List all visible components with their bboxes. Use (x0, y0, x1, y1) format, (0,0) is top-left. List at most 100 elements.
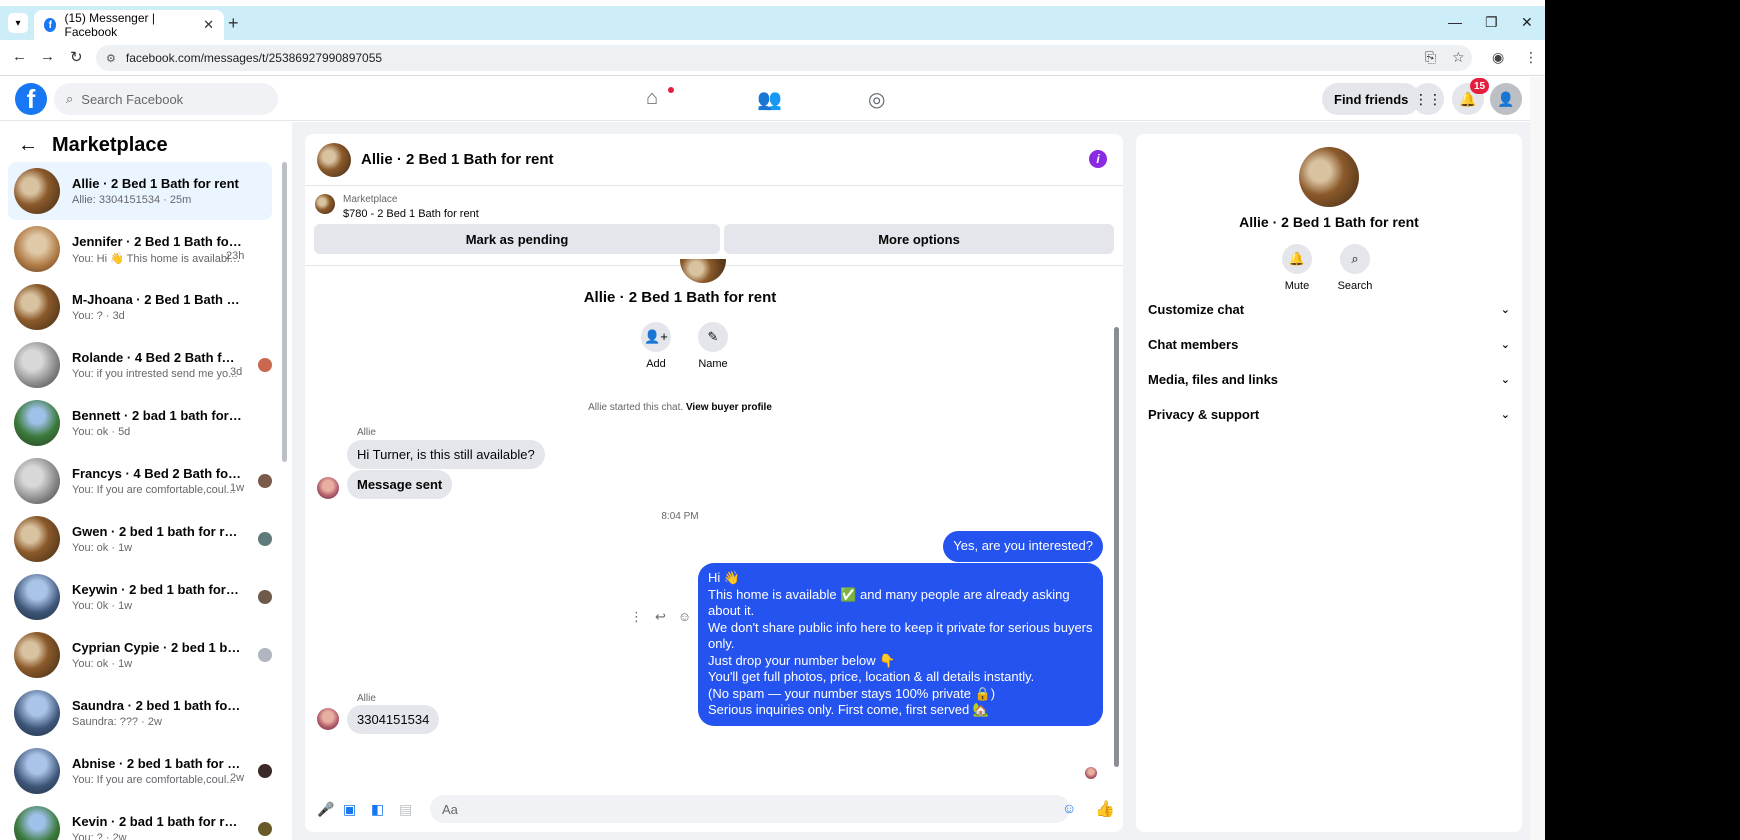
bookmark-star-icon[interactable]: ☆ (1452, 49, 1465, 66)
back-arrow-icon[interactable]: ← (18, 134, 38, 157)
page-scrollbar[interactable] (1530, 77, 1545, 840)
facebook-search-input[interactable]: ⌕ Search Facebook (54, 83, 278, 115)
search-button[interactable]: ⌕ Search (1330, 244, 1380, 292)
chat-members-section[interactable]: Chat members ⌄ (1148, 327, 1510, 361)
address-bar[interactable]: ⚙ facebook.com/messages/t/25386927990897… (96, 45, 1472, 71)
tab-search-dropdown[interactable]: ▾ (8, 13, 28, 33)
add-label: Add (646, 358, 666, 370)
photo-icon[interactable]: ▣ (343, 801, 356, 818)
menu-grid-icon[interactable]: ⋮⋮ (1412, 83, 1444, 115)
conversation-item[interactable]: Saundra · 2 bed 1 bath for rent Saundra: … (8, 684, 272, 742)
close-window-icon[interactable]: ✕ (1521, 14, 1533, 31)
groups-icon[interactable]: ◎ (868, 87, 885, 112)
tab-title: (15) Messenger | Facebook (64, 11, 155, 39)
friends-icon[interactable]: 👥 (757, 87, 782, 112)
facebook-logo-icon[interactable]: f (15, 83, 47, 115)
conversation-name: Saundra · 2 bed 1 bath for rent (72, 698, 242, 713)
react-emoji-icon[interactable]: ☺ (678, 609, 691, 625)
gif-icon[interactable]: ▤ (399, 801, 412, 818)
conversation-item[interactable]: Keywin · 2 bed 1 bath for rent You: 0k · … (8, 568, 272, 626)
chat-title[interactable]: Allie · 2 Bed 1 Bath for rent (361, 151, 554, 168)
conversation-item[interactable]: Cyprian Cypie · 2 bed 1 bath f... You: ok… (8, 626, 272, 684)
install-app-icon[interactable]: ⎘ (1425, 49, 1436, 66)
home-icon[interactable]: ⌂ (646, 87, 658, 110)
privacy-support-section[interactable]: Privacy & support ⌄ (1148, 397, 1510, 431)
back-arrow-icon[interactable]: ← (12, 48, 27, 65)
emoji-icon[interactable]: ☺ (1062, 800, 1076, 816)
profile-icon[interactable]: ◉ (1492, 49, 1504, 66)
incoming-message[interactable]: Message sent (347, 470, 453, 499)
sender-avatar[interactable] (317, 477, 339, 499)
reply-icon[interactable]: ↩ (655, 609, 666, 625)
chevron-down-icon: ⌄ (1500, 338, 1510, 351)
contact-avatar[interactable] (1299, 147, 1359, 207)
site-info-icon[interactable]: ⚙ (106, 52, 116, 65)
conversation-item[interactable]: Jennifer · 2 Bed 1 Bath for rent You: Hi … (8, 220, 272, 278)
name-button[interactable]: ✎ Name (693, 322, 733, 370)
listing-thumbnail (14, 342, 60, 388)
view-buyer-profile-link[interactable]: View buyer profile (686, 402, 772, 413)
listing-price[interactable]: $780 - 2 Bed 1 Bath for rent (343, 208, 479, 220)
conversation-name: Abnise · 2 bed 1 bath for rent (72, 756, 242, 771)
restore-icon[interactable]: ❐ (1485, 14, 1498, 31)
find-friends-button[interactable]: Find friends (1322, 83, 1421, 115)
conversation-item[interactable]: Gwen · 2 bed 1 bath for rent You: ok · 1w (8, 510, 272, 568)
sender-name: Allie (357, 427, 376, 438)
browser-menu-icon[interactable]: ⋮ (1524, 49, 1538, 66)
browser-tab-active[interactable]: f (15) Messenger | Facebook ✕ (34, 10, 224, 40)
scrollbar-thumb[interactable] (1114, 327, 1119, 767)
bell-icon: 🔔 (1282, 244, 1312, 274)
mute-button[interactable]: 🔔 Mute (1272, 244, 1322, 292)
conversation-preview: You: If you are comfortable,coul... (72, 484, 236, 496)
listing-thumbnail[interactable] (315, 194, 335, 214)
reload-icon[interactable]: ↻ (70, 48, 83, 66)
close-tab-icon[interactable]: ✕ (203, 17, 214, 33)
facebook-favicon-icon: f (44, 18, 57, 32)
mark-pending-button[interactable]: Mark as pending (314, 224, 720, 254)
incoming-message[interactable]: 3304151534 (347, 705, 440, 734)
microphone-icon[interactable]: 🎤 (317, 801, 334, 818)
conversation-item[interactable]: M-Jhoana · 2 Bed 1 Bath for rent You: ? ·… (8, 278, 272, 336)
chat-scrollbar[interactable] (1113, 267, 1121, 785)
conversation-preview: You: ok · 1w (72, 542, 133, 554)
outgoing-message[interactable]: Hi 👋 This home is available ✅ and many p… (698, 563, 1103, 726)
conversation-preview: You: If you are comfortable,coul... (72, 774, 236, 786)
like-thumb-icon[interactable]: 👍 (1095, 799, 1115, 819)
message-composer: 🎤 ▣ ◧ ▤ Aa ☺ 👍 (305, 785, 1123, 832)
chat-avatar[interactable] (317, 142, 351, 177)
section-label: Media, files and links (1148, 371, 1279, 387)
media-files-links-section[interactable]: Media, files and links ⌄ (1148, 362, 1510, 396)
conversation-sidebar: ← Marketplace Allie · 2 Bed 1 Bath for r… (0, 122, 292, 840)
seen-avatar (258, 358, 272, 372)
new-tab-icon[interactable]: + (228, 13, 239, 34)
scrollbar-thumb[interactable] (282, 162, 287, 462)
forward-arrow-icon[interactable]: → (40, 48, 55, 65)
conversation-item[interactable]: Francys · 4 Bed 2 Bath for rent You: If y… (8, 452, 272, 510)
listing-thumbnail (14, 632, 60, 678)
conversation-preview: Saundra: ??? · 2w (72, 716, 162, 728)
minimize-icon[interactable]: — (1448, 14, 1462, 30)
sticker-icon[interactable]: ◧ (371, 801, 384, 818)
conversation-item[interactable]: Bennett · 2 bad 1 bath for rent You: ok ·… (8, 394, 272, 452)
system-message-text: Allie started this chat. (588, 402, 684, 413)
conversation-item[interactable]: Abnise · 2 bed 1 bath for rent You: If yo… (8, 742, 272, 800)
conversation-item[interactable]: Rolande · 4 Bed 2 Bath for rent You: if y… (8, 336, 272, 394)
customize-chat-section[interactable]: Customize chat ⌄ (1148, 292, 1510, 326)
conversation-name: Kevin · 2 bad 1 bath for rent (72, 814, 242, 829)
more-options-icon[interactable]: ⋮ (630, 609, 643, 625)
section-label: Customize chat (1148, 301, 1245, 317)
sidebar-scrollbar[interactable] (280, 162, 288, 592)
message-input[interactable]: Aa (430, 795, 1070, 823)
outgoing-message[interactable]: Yes, are you interested? (943, 531, 1103, 562)
sender-avatar[interactable] (317, 708, 339, 730)
conversation-name: Francys · 4 Bed 2 Bath for rent (72, 466, 242, 481)
conversation-item[interactable]: Kevin · 2 bad 1 bath for rent You: ? · 2w (8, 800, 272, 840)
add-button[interactable]: 👤+ Add (636, 322, 676, 370)
account-avatar[interactable]: 👤 (1490, 83, 1522, 115)
info-icon[interactable]: i (1089, 150, 1107, 168)
conversation-preview: You: ? · 3d (72, 310, 125, 322)
incoming-message[interactable]: Hi Turner, is this still available? (347, 440, 545, 469)
conversation-preview: Allie: 3304151534 · 25m (72, 194, 192, 206)
more-options-button[interactable]: More options (724, 224, 1114, 254)
conversation-item[interactable]: Allie · 2 Bed 1 Bath for rent Allie: 3304… (8, 162, 272, 220)
